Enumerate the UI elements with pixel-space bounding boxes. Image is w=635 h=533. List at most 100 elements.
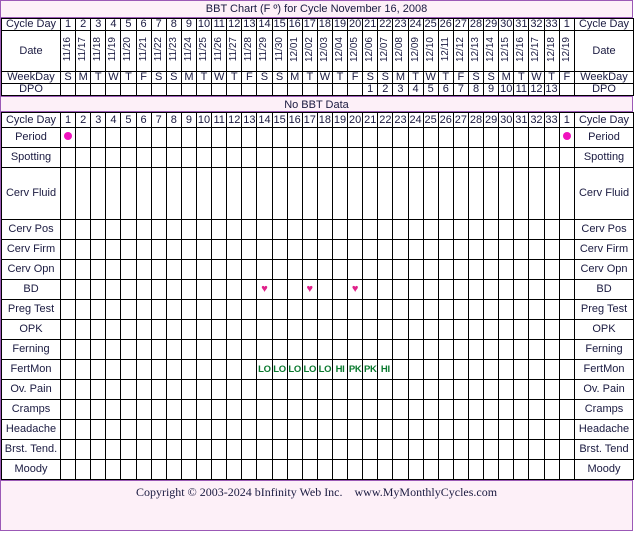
- cell-ferning[interactable]: [301, 339, 318, 360]
- cell-opk[interactable]: [362, 319, 379, 340]
- cell-cerv-opn[interactable]: [483, 259, 500, 280]
- cell-ferning[interactable]: [316, 339, 333, 360]
- cell-preg-test[interactable]: [256, 299, 273, 320]
- cell-cerv-pos[interactable]: [271, 219, 288, 240]
- cell-cerv-firm[interactable]: [256, 239, 273, 260]
- cell-cerv-firm[interactable]: [59, 239, 77, 260]
- cell-spotting[interactable]: [211, 147, 228, 168]
- cell-preg-test[interactable]: [59, 299, 77, 320]
- cell-preg-test[interactable]: [135, 299, 152, 320]
- cell-spotting[interactable]: [256, 147, 273, 168]
- cell-opk[interactable]: [271, 319, 288, 340]
- cell-cerv-pos[interactable]: [407, 219, 424, 240]
- cell-cerv-opn[interactable]: [347, 259, 364, 280]
- cell-preg-test[interactable]: [467, 299, 485, 320]
- cell-headache[interactable]: [286, 419, 303, 440]
- cell-bd[interactable]: [422, 279, 439, 300]
- cell-cerv-pos[interactable]: [362, 219, 379, 240]
- cell-cerv-firm[interactable]: [211, 239, 228, 260]
- cell-moody[interactable]: [105, 459, 122, 480]
- cell-cramps[interactable]: [165, 399, 182, 420]
- cell-cerv-fluid[interactable]: [195, 167, 213, 220]
- cell-fertmon[interactable]: [407, 359, 424, 380]
- cell-fertmon[interactable]: PK: [347, 359, 364, 380]
- cell-spotting[interactable]: [180, 147, 197, 168]
- cell-brst-tend[interactable]: [180, 439, 197, 460]
- cell-cerv-opn[interactable]: [165, 259, 182, 280]
- cell-cerv-pos[interactable]: [498, 219, 515, 240]
- cell-fertmon[interactable]: [241, 359, 258, 380]
- cell-headache[interactable]: [256, 419, 273, 440]
- cell-brst-tend[interactable]: [558, 439, 576, 460]
- cell-period[interactable]: [271, 127, 288, 148]
- cell-brst-tend[interactable]: [120, 439, 137, 460]
- cell-cramps[interactable]: [377, 399, 394, 420]
- cell-preg-test[interactable]: [105, 299, 122, 320]
- cell-cerv-firm[interactable]: [362, 239, 379, 260]
- cell-cerv-fluid[interactable]: [120, 167, 137, 220]
- cell-headache[interactable]: [483, 419, 500, 440]
- cell-fertmon[interactable]: LO: [256, 359, 273, 380]
- cell-bd[interactable]: [362, 279, 379, 300]
- cell-cerv-fluid[interactable]: [75, 167, 92, 220]
- cell-moody[interactable]: [150, 459, 167, 480]
- cell-cerv-opn[interactable]: [377, 259, 394, 280]
- cell-brst-tend[interactable]: [271, 439, 288, 460]
- cell-spotting[interactable]: [150, 147, 167, 168]
- cell-fertmon[interactable]: [120, 359, 137, 380]
- cell-ferning[interactable]: [211, 339, 228, 360]
- cell-cerv-fluid[interactable]: [543, 167, 560, 220]
- cell-bd[interactable]: [150, 279, 167, 300]
- cell-ov-pain[interactable]: [528, 379, 545, 400]
- cell-opk[interactable]: [437, 319, 454, 340]
- cell-cerv-pos[interactable]: [437, 219, 454, 240]
- cell-fertmon[interactable]: LO: [301, 359, 318, 380]
- cell-fertmon[interactable]: [211, 359, 228, 380]
- cell-spotting[interactable]: [513, 147, 530, 168]
- cell-ov-pain[interactable]: [377, 379, 394, 400]
- cell-headache[interactable]: [271, 419, 288, 440]
- cell-moody[interactable]: [271, 459, 288, 480]
- cell-bd[interactable]: [483, 279, 500, 300]
- cell-cerv-firm[interactable]: [498, 239, 515, 260]
- cell-moody[interactable]: [301, 459, 318, 480]
- cell-cerv-opn[interactable]: [75, 259, 92, 280]
- cell-moody[interactable]: [256, 459, 273, 480]
- cell-cerv-opn[interactable]: [452, 259, 469, 280]
- cell-headache[interactable]: [301, 419, 318, 440]
- cell-cerv-opn[interactable]: [286, 259, 303, 280]
- cell-cramps[interactable]: [256, 399, 273, 420]
- cell-cerv-firm[interactable]: [528, 239, 545, 260]
- cell-ov-pain[interactable]: [120, 379, 137, 400]
- cell-fertmon[interactable]: [467, 359, 485, 380]
- cell-cerv-fluid[interactable]: [377, 167, 394, 220]
- cell-cerv-firm[interactable]: [347, 239, 364, 260]
- cell-cerv-firm[interactable]: [195, 239, 213, 260]
- cell-ferning[interactable]: [331, 339, 349, 360]
- cell-headache[interactable]: [150, 419, 167, 440]
- cell-ferning[interactable]: [422, 339, 439, 360]
- cell-headache[interactable]: [467, 419, 485, 440]
- cell-cerv-firm[interactable]: [437, 239, 454, 260]
- cell-cramps[interactable]: [362, 399, 379, 420]
- cell-moody[interactable]: [347, 459, 364, 480]
- cell-cerv-opn[interactable]: [513, 259, 530, 280]
- cell-fertmon[interactable]: LO: [271, 359, 288, 380]
- cell-spotting[interactable]: [226, 147, 243, 168]
- cell-ov-pain[interactable]: [392, 379, 409, 400]
- cell-ov-pain[interactable]: [226, 379, 243, 400]
- cell-moody[interactable]: [392, 459, 409, 480]
- cell-cerv-pos[interactable]: [377, 219, 394, 240]
- cell-ov-pain[interactable]: [452, 379, 469, 400]
- cell-headache[interactable]: [120, 419, 137, 440]
- cell-cerv-firm[interactable]: [392, 239, 409, 260]
- cell-ov-pain[interactable]: [90, 379, 107, 400]
- cell-opk[interactable]: [347, 319, 364, 340]
- cell-brst-tend[interactable]: [392, 439, 409, 460]
- cell-cramps[interactable]: [513, 399, 530, 420]
- cell-bd[interactable]: [226, 279, 243, 300]
- cell-ov-pain[interactable]: [59, 379, 77, 400]
- cell-moody[interactable]: [422, 459, 439, 480]
- cell-opk[interactable]: [558, 319, 576, 340]
- cell-spotting[interactable]: [271, 147, 288, 168]
